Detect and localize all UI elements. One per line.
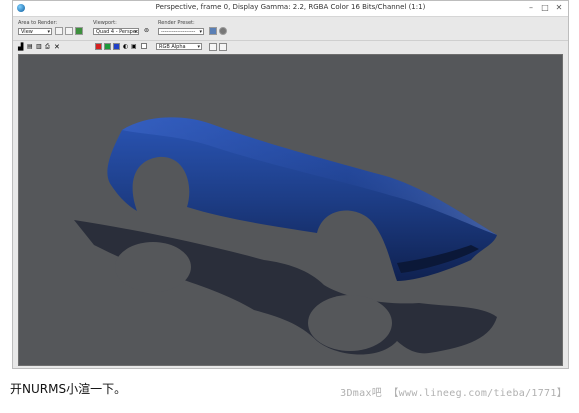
render-toolbar: Area to Render: View ▾ Viewport: Quad 4 -…: [13, 17, 568, 39]
close-button[interactable]: ✕: [552, 1, 566, 15]
channel-display-dropdown[interactable]: RGB Alpha ▾: [156, 43, 202, 50]
chevron-down-icon: ▾: [134, 29, 137, 35]
alpha-channel-icon[interactable]: ◐: [123, 43, 131, 51]
edit-region-icon[interactable]: [55, 27, 63, 35]
auto-region-icon[interactable]: [65, 27, 73, 35]
toggle-ui-overlay-icon[interactable]: [209, 43, 217, 51]
render-viewport[interactable]: [18, 54, 563, 366]
red-channel-icon[interactable]: [95, 43, 102, 50]
green-channel-icon[interactable]: [104, 43, 111, 50]
rendered-car-image: [19, 55, 562, 365]
watermark-text: 3Dmax吧 【www.lineeg.com/tieba/1771】: [340, 388, 567, 399]
render-preset-dropdown[interactable]: ------------------- ▾: [158, 28, 204, 35]
frame-toolbar: ▟ ▤ ▥ ⎙ ✕ ◐ ▣ RGB Alpha ▾: [13, 40, 568, 53]
copy-image-icon[interactable]: ▤: [27, 43, 35, 51]
area-to-render-label: Area to Render:: [18, 20, 58, 26]
clear-icon[interactable]: ✕: [54, 43, 62, 51]
render-preset-label: Render Preset:: [158, 20, 195, 26]
chevron-down-icon: ▾: [197, 44, 200, 50]
save-image-icon[interactable]: ▟: [18, 43, 26, 51]
viewport-label: Viewport:: [93, 20, 117, 26]
chevron-down-icon: ▾: [199, 29, 202, 35]
toggle-ui-icon[interactable]: [219, 43, 227, 51]
clone-frame-icon[interactable]: ▥: [36, 43, 44, 51]
environment-effects-icon[interactable]: [219, 27, 227, 35]
title-bar: Perspective, frame 0, Display Gamma: 2.2…: [13, 1, 568, 17]
render-frame-window: Perspective, frame 0, Display Gamma: 2.2…: [12, 0, 569, 369]
auto-region-selected-icon[interactable]: [75, 27, 83, 35]
maximize-button[interactable]: □: [538, 1, 552, 15]
color-swatch[interactable]: [141, 43, 147, 49]
monochrome-icon[interactable]: ▣: [131, 43, 139, 51]
blue-channel-icon[interactable]: [113, 43, 120, 50]
viewport-dropdown[interactable]: Quad 4 - Perspec ▾: [93, 28, 139, 35]
minimize-button[interactable]: –: [524, 1, 538, 15]
area-to-render-dropdown[interactable]: View ▾: [18, 28, 52, 35]
lock-viewport-icon[interactable]: ⊜: [144, 27, 152, 35]
chevron-down-icon: ▾: [47, 29, 50, 35]
window-title: Perspective, frame 0, Display Gamma: 2.2…: [155, 3, 426, 11]
print-image-icon[interactable]: ⎙: [45, 43, 53, 51]
post-caption: 开NURMS小渲一下。: [10, 382, 127, 396]
render-setup-icon[interactable]: [209, 27, 217, 35]
